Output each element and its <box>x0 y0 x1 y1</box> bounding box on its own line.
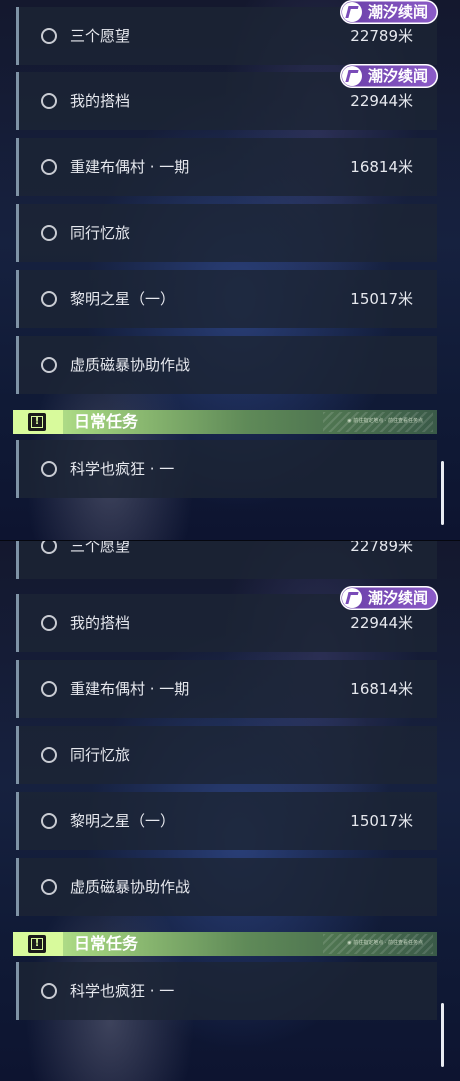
watermark-text: 潮汐续闻 <box>368 589 429 607</box>
quest-distance: 22789米 <box>350 540 413 555</box>
quest-title: 三个愿望 <box>70 540 131 555</box>
quest-row[interactable]: 三个愿望 22789米 <box>16 540 437 579</box>
quest-title: 三个愿望 <box>70 27 131 45</box>
quest-title: 科学也疯狂 · 一 <box>70 982 175 1000</box>
exclamation-icon: ! <box>28 935 46 953</box>
radio-circle-icon[interactable] <box>41 291 57 307</box>
brand-logo-icon <box>342 66 362 86</box>
section-fine-print: ◉ 前往指定地点 · 前往查看任务点 <box>347 418 423 424</box>
quest-list-panel-bottom: 三个愿望 22789米 我的搭档 22944米 重建布偶村 · 一期 16814… <box>0 540 460 1081</box>
quest-title: 科学也疯狂 · 一 <box>70 460 175 478</box>
quest-distance: 16814米 <box>350 158 413 176</box>
radio-circle-icon[interactable] <box>41 813 57 829</box>
section-badge: ! <box>13 410 63 434</box>
radio-circle-icon[interactable] <box>41 28 57 44</box>
quest-row[interactable]: 黎明之星（一） 15017米 <box>16 792 437 850</box>
quest-title: 同行忆旅 <box>70 746 131 764</box>
quest-distance: 15017米 <box>350 812 413 830</box>
watermark-text: 潮汐续闻 <box>368 3 429 21</box>
radio-circle-icon[interactable] <box>41 747 57 763</box>
quest-row[interactable]: 重建布偶村 · 一期 16814米 <box>16 660 437 718</box>
radio-circle-icon[interactable] <box>41 225 57 241</box>
radio-circle-icon[interactable] <box>41 357 57 373</box>
section-badge: ! <box>13 932 63 956</box>
quest-row[interactable]: 黎明之星（一） 15017米 <box>16 270 437 328</box>
watermark-badge: 潮汐续闻 <box>340 586 438 610</box>
watermark-badge: 潮汐续闻 <box>340 64 438 88</box>
scrollbar-thumb[interactable] <box>441 1003 444 1067</box>
quest-distance: 15017米 <box>350 290 413 308</box>
quest-title: 同行忆旅 <box>70 224 131 242</box>
quest-title: 我的搭档 <box>70 614 131 632</box>
section-title: 日常任务 <box>74 934 139 953</box>
quest-row[interactable]: 同行忆旅 <box>16 726 437 784</box>
radio-circle-icon[interactable] <box>41 681 57 697</box>
daily-quest-row[interactable]: 科学也疯狂 · 一 <box>16 440 437 498</box>
radio-circle-icon[interactable] <box>41 983 57 999</box>
watermark-badge: 潮汐续闻 <box>340 0 438 24</box>
radio-circle-icon[interactable] <box>41 879 57 895</box>
quest-row[interactable]: 重建布偶村 · 一期 16814米 <box>16 138 437 196</box>
quest-row[interactable]: 虚质磁暴协助作战 <box>16 336 437 394</box>
section-title: 日常任务 <box>74 412 139 431</box>
quest-title: 我的搭档 <box>70 92 131 110</box>
daily-quest-row[interactable]: 科学也疯狂 · 一 <box>16 962 437 1020</box>
quest-row[interactable]: 同行忆旅 <box>16 204 437 262</box>
watermark-text: 潮汐续闻 <box>368 67 429 85</box>
radio-circle-icon[interactable] <box>41 615 57 631</box>
quest-title: 虚质磁暴协助作战 <box>70 878 191 896</box>
daily-quest-section-header: ! 日常任务 ◉ 前往指定地点 · 前往查看任务点 <box>13 932 437 956</box>
scrollbar-thumb[interactable] <box>441 461 444 525</box>
quest-title: 重建布偶村 · 一期 <box>70 158 190 176</box>
quest-title: 黎明之星（一） <box>70 812 176 830</box>
daily-quest-section-header: ! 日常任务 ◉ 前往指定地点 · 前往查看任务点 <box>13 410 437 434</box>
brand-logo-icon <box>342 2 362 22</box>
radio-circle-icon[interactable] <box>41 461 57 477</box>
quest-list-panel-top: 三个愿望 22789米 我的搭档 22944米 重建布偶村 · 一期 16814… <box>0 0 460 540</box>
quest-title: 虚质磁暴协助作战 <box>70 356 191 374</box>
section-fine-print: ◉ 前往指定地点 · 前往查看任务点 <box>347 940 423 946</box>
quest-title: 重建布偶村 · 一期 <box>70 680 190 698</box>
brand-logo-icon <box>342 588 362 608</box>
radio-circle-icon[interactable] <box>41 541 57 554</box>
radio-circle-icon[interactable] <box>41 159 57 175</box>
exclamation-icon: ! <box>28 413 46 431</box>
quest-distance: 16814米 <box>350 680 413 698</box>
quest-title: 黎明之星（一） <box>70 290 176 308</box>
radio-circle-icon[interactable] <box>41 93 57 109</box>
quest-row[interactable]: 虚质磁暴协助作战 <box>16 858 437 916</box>
